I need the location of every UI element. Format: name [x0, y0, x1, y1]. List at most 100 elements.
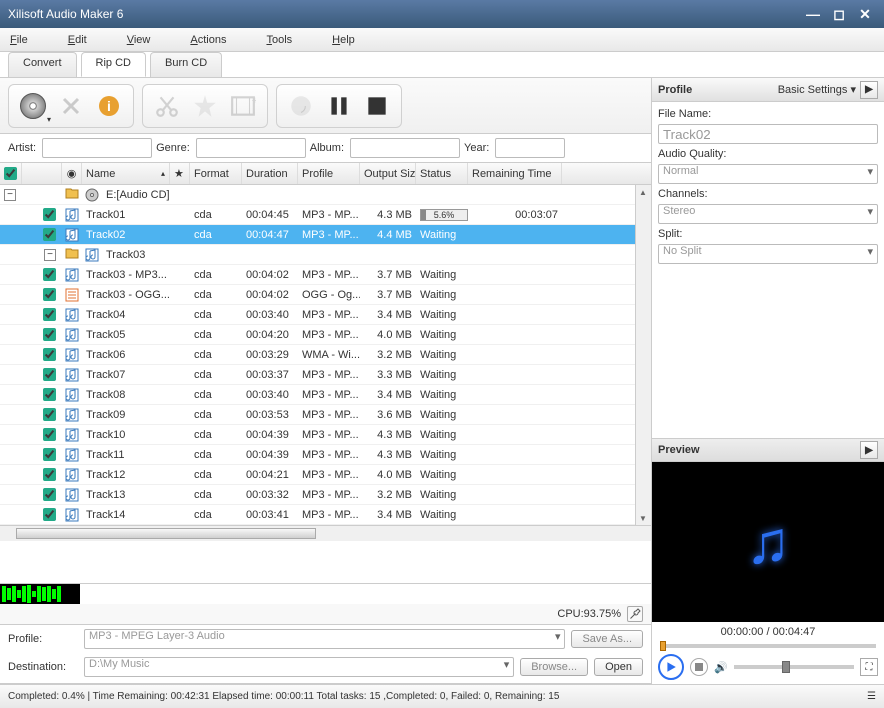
track-checkbox[interactable] — [43, 288, 56, 301]
cut-button[interactable] — [151, 90, 183, 122]
menu-file[interactable]: File — [10, 34, 28, 46]
destination-combo[interactable]: D:\My Music — [84, 657, 514, 677]
titlebar[interactable]: Xilisoft Audio Maker 6 — ◻ ✕ — [0, 0, 884, 28]
menu-view[interactable]: View — [127, 34, 151, 46]
settings-wrench-button[interactable] — [627, 606, 643, 622]
folder-row-cd[interactable]: − E:[Audio CD] — [0, 185, 635, 205]
year-input[interactable] — [495, 138, 565, 158]
track-row[interactable]: Track13 cda 00:03:32 MP3 - MP... 3.2 MB … — [0, 485, 635, 505]
track-checkbox[interactable] — [43, 448, 56, 461]
col-check-all[interactable] — [0, 163, 22, 184]
seek-slider[interactable] — [652, 642, 884, 650]
table-body[interactable]: − E:[Audio CD] Track01 cda 00:04:45 MP3 … — [0, 185, 635, 525]
menu-actions[interactable]: Actions — [190, 34, 226, 46]
volume-slider[interactable] — [734, 665, 854, 669]
track-row[interactable]: Track10 cda 00:04:39 MP3 - MP... 4.3 MB … — [0, 425, 635, 445]
track-checkbox[interactable] — [43, 368, 56, 381]
progress-bar: 5.6% — [420, 209, 468, 221]
scroll-down[interactable]: ▼ — [636, 511, 650, 525]
track-checkbox[interactable] — [43, 508, 56, 521]
track-checkbox[interactable] — [43, 308, 56, 321]
col-outputsize[interactable]: Output Size — [360, 163, 416, 184]
status-settings-button[interactable]: ☰ — [867, 691, 876, 702]
track-checkbox[interactable] — [43, 408, 56, 421]
record-button[interactable] — [285, 90, 317, 122]
track-checkbox[interactable] — [43, 328, 56, 341]
track-profile: MP3 - MP... — [298, 309, 360, 321]
tab-burncd[interactable]: Burn CD — [150, 52, 222, 77]
tab-ripcd[interactable]: Rip CD — [81, 52, 146, 77]
track-row[interactable]: Track09 cda 00:03:53 MP3 - MP... 3.6 MB … — [0, 405, 635, 425]
effects-button[interactable] — [189, 90, 221, 122]
folder-row-track03[interactable]: − Track03 — [0, 245, 635, 265]
track-row[interactable]: Track02 cda 00:04:47 MP3 - MP... 4.4 MB … — [0, 225, 635, 245]
saveas-button[interactable]: Save As... — [571, 630, 643, 648]
col-remaining[interactable]: Remaining Time — [468, 163, 562, 184]
channels-select[interactable]: Stereo — [658, 204, 878, 224]
track-row[interactable]: Track11 cda 00:04:39 MP3 - MP... 4.3 MB … — [0, 445, 635, 465]
track-checkbox[interactable] — [43, 428, 56, 441]
profile-combo[interactable]: MP3 - MPEG Layer-3 Audio — [84, 629, 565, 649]
audio-icon — [65, 468, 79, 482]
stop-button[interactable] — [361, 90, 393, 122]
track-row[interactable]: Track04 cda 00:03:40 MP3 - MP... 3.4 MB … — [0, 305, 635, 325]
maximize-button[interactable]: ◻ — [828, 5, 850, 23]
col-name[interactable]: Name ▴ — [82, 163, 170, 184]
artist-input[interactable] — [42, 138, 152, 158]
track-row[interactable]: Track14 cda 00:03:41 MP3 - MP... 3.4 MB … — [0, 505, 635, 525]
volume-icon[interactable]: 🔊 — [714, 661, 728, 674]
track-row[interactable]: Track06 cda 00:03:29 WMA - Wi... 3.2 MB … — [0, 345, 635, 365]
track-row[interactable]: Track07 cda 00:03:37 MP3 - MP... 3.3 MB … — [0, 365, 635, 385]
play-button[interactable] — [658, 654, 684, 680]
year-label: Year: — [464, 142, 489, 154]
col-type[interactable]: ◉ — [62, 163, 82, 184]
clip-button[interactable]: + — [227, 90, 259, 122]
menu-tools[interactable]: Tools — [266, 34, 292, 46]
track-checkbox[interactable] — [43, 268, 56, 281]
track-duration: 00:04:21 — [242, 469, 298, 481]
track-row[interactable]: Track05 cda 00:04:20 MP3 - MP... 4.0 MB … — [0, 325, 635, 345]
col-profile[interactable]: Profile — [298, 163, 360, 184]
disc-button[interactable]: ▾ — [17, 90, 49, 122]
minimize-button[interactable]: — — [802, 5, 824, 23]
tab-convert[interactable]: Convert — [8, 52, 77, 77]
info-button[interactable]: i — [93, 90, 125, 122]
col-star[interactable]: ★ — [170, 163, 190, 184]
track-row[interactable]: Track03 - MP3... cda 00:04:02 MP3 - MP..… — [0, 265, 635, 285]
preview-stop-button[interactable] — [690, 658, 708, 676]
collapse-icon[interactable]: − — [4, 189, 16, 201]
menu-edit[interactable]: Edit — [68, 34, 87, 46]
track-row[interactable]: Track03 - OGG... cda 00:04:02 OGG - Og..… — [0, 285, 635, 305]
menu-help[interactable]: Help — [332, 34, 355, 46]
snapshot-button[interactable]: ⛶ — [860, 658, 878, 676]
track-checkbox[interactable] — [43, 348, 56, 361]
track-checkbox[interactable] — [43, 468, 56, 481]
profile-expand-button[interactable]: ▶ — [860, 81, 878, 99]
open-button[interactable]: Open — [594, 658, 643, 676]
col-duration[interactable]: Duration — [242, 163, 298, 184]
track-checkbox[interactable] — [43, 488, 56, 501]
track-row[interactable]: Track01 cda 00:04:45 MP3 - MP... 4.3 MB … — [0, 205, 635, 225]
filename-input[interactable] — [658, 124, 878, 144]
track-checkbox[interactable] — [43, 388, 56, 401]
browse-button[interactable]: Browse... — [520, 658, 588, 676]
preview-expand-button[interactable]: ▶ — [860, 441, 878, 459]
basic-settings-dropdown[interactable]: Basic Settings ▾ — [778, 83, 856, 96]
collapse-icon[interactable]: − — [44, 249, 56, 261]
track-row[interactable]: Track08 cda 00:03:40 MP3 - MP... 3.4 MB … — [0, 385, 635, 405]
scroll-up[interactable]: ▲ — [636, 185, 650, 199]
album-input[interactable] — [350, 138, 460, 158]
delete-button[interactable] — [55, 90, 87, 122]
horizontal-scrollbar[interactable] — [0, 525, 651, 541]
vertical-scrollbar[interactable]: ▲ ▼ — [635, 185, 651, 525]
col-status[interactable]: Status — [416, 163, 468, 184]
track-checkbox[interactable] — [43, 208, 56, 221]
col-format[interactable]: Format — [190, 163, 242, 184]
close-button[interactable]: ✕ — [854, 5, 876, 23]
track-checkbox[interactable] — [43, 228, 56, 241]
track-row[interactable]: Track12 cda 00:04:21 MP3 - MP... 4.0 MB … — [0, 465, 635, 485]
genre-input[interactable] — [196, 138, 306, 158]
pause-button[interactable] — [323, 90, 355, 122]
quality-select[interactable]: Normal — [658, 164, 878, 184]
split-select[interactable]: No Split — [658, 244, 878, 264]
